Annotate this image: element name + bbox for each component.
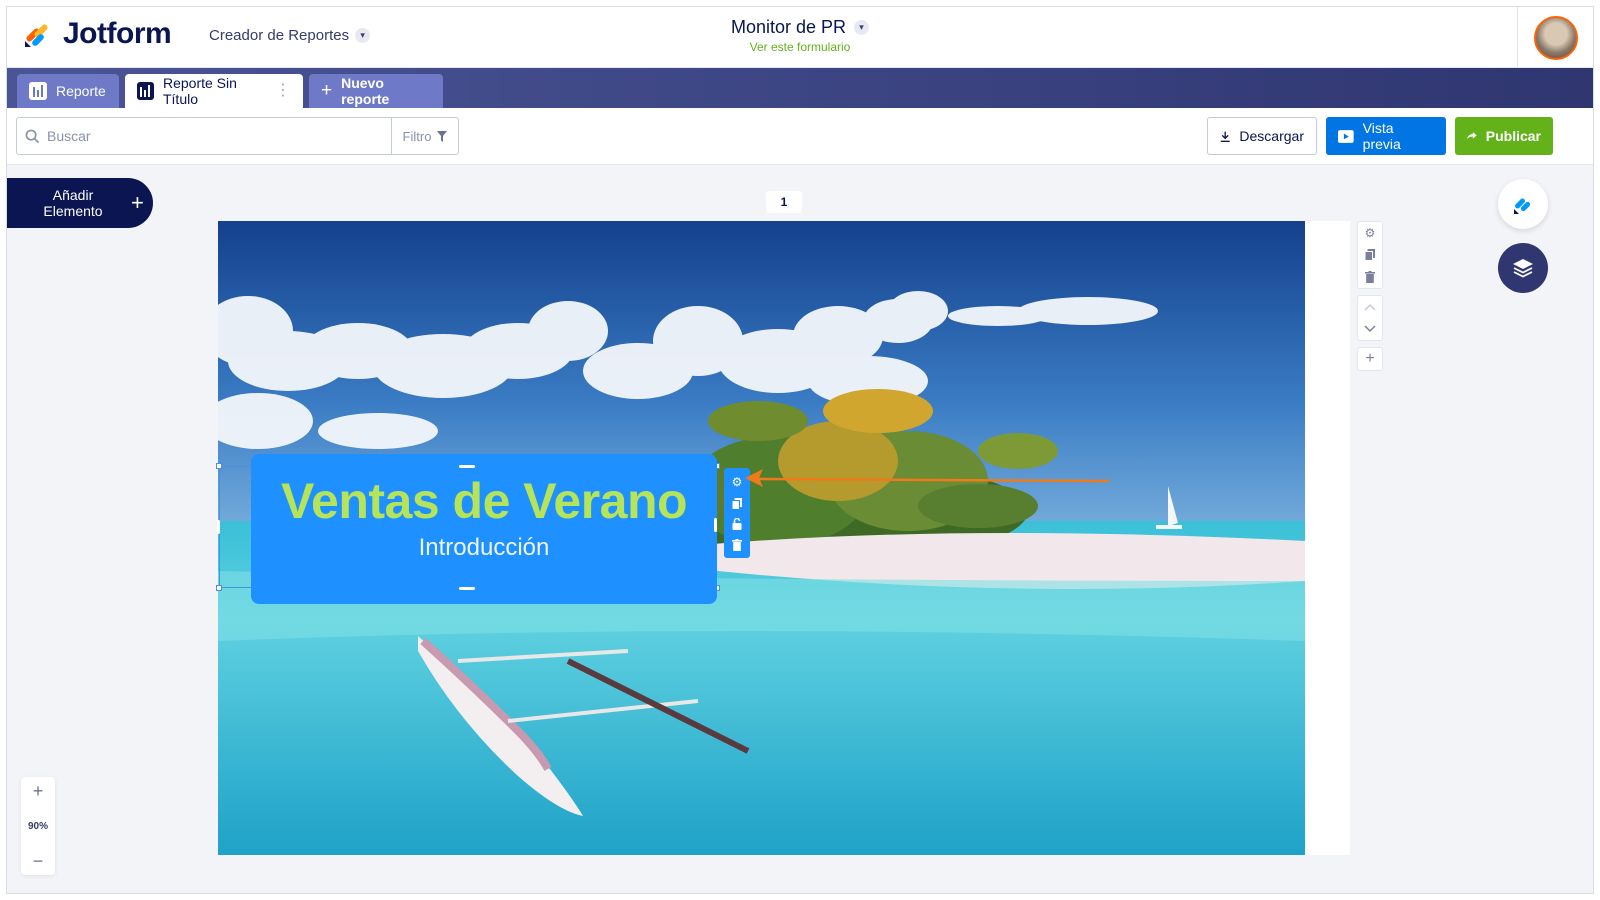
top-header: Jotform Creador de Reportes ▾ Monitor de…: [7, 7, 1593, 68]
page-order: [1357, 295, 1383, 341]
add-element-label: Añadir Elemento: [43, 187, 103, 219]
resize-handle[interactable]: [216, 585, 222, 591]
copy-icon[interactable]: [732, 497, 742, 510]
zoom-control: + 90% −: [21, 777, 55, 875]
filter-button[interactable]: Filtro: [391, 118, 458, 154]
new-report-tab[interactable]: + Nuevo reporte: [309, 74, 443, 108]
tab-label: Reporte: [56, 83, 106, 99]
report-tabs-bar: Reporte Reporte Sin Título ⋮ + Nuevo rep…: [7, 68, 1593, 108]
trash-icon[interactable]: [732, 538, 742, 551]
tab-reporte-sin-titulo[interactable]: Reporte Sin Título ⋮: [125, 74, 303, 108]
search-input[interactable]: [47, 128, 391, 144]
layers-icon: [1513, 259, 1533, 278]
trash-icon[interactable]: [1358, 266, 1382, 288]
page-tools: ⚙ +: [1357, 221, 1383, 377]
report-icon: [29, 82, 47, 100]
download-label: Descargar: [1239, 128, 1304, 144]
filter-label: Filtro: [402, 128, 432, 144]
user-menu[interactable]: [1517, 7, 1593, 68]
search-box: Filtro: [16, 117, 459, 155]
plus-icon: +: [321, 80, 333, 101]
add-element-button[interactable]: Añadir Elemento +: [7, 178, 153, 228]
filter-icon: [437, 130, 448, 142]
more-options-icon[interactable]: ⋮: [275, 83, 291, 99]
publish-label: Publicar: [1485, 128, 1541, 144]
resize-handle[interactable]: [217, 520, 220, 534]
search-icon: [17, 129, 47, 144]
download-button[interactable]: Descargar: [1207, 117, 1317, 155]
unlock-icon[interactable]: [732, 518, 742, 531]
tab-reporte[interactable]: Reporte: [17, 74, 119, 108]
toolbar: Filtro Descargar Vista previa Publicar: [7, 108, 1593, 165]
report-icon: [137, 82, 154, 100]
tab-label: Reporte Sin Título: [162, 75, 237, 107]
app-window: Jotform Creador de Reportes ▾ Monitor de…: [6, 6, 1594, 894]
annotation-arrow: [745, 469, 1110, 487]
view-form-link[interactable]: Ver este formulario: [7, 40, 1593, 54]
resize-handle[interactable]: [714, 518, 717, 532]
avatar[interactable]: [1533, 15, 1578, 60]
form-selector[interactable]: Monitor de PR ▾: [730, 17, 870, 38]
add-page-icon[interactable]: +: [1358, 348, 1382, 370]
resize-handle[interactable]: [216, 463, 222, 469]
text-element-title[interactable]: Ventas de Verano: [251, 472, 717, 530]
tab-label: Nuevo reporte: [341, 75, 390, 107]
plus-icon: +: [131, 190, 144, 215]
share-arrow-icon: [1467, 132, 1477, 140]
text-element-subtitle[interactable]: Introducción: [251, 534, 717, 562]
page-actions: ⚙: [1357, 221, 1383, 289]
ai-assistant-button[interactable]: [1498, 179, 1548, 229]
form-title: Monitor de PR: [730, 17, 847, 37]
download-icon: [1220, 131, 1230, 142]
zoom-level: 90%: [27, 820, 48, 832]
layers-button[interactable]: [1498, 243, 1548, 293]
zoom-out-button[interactable]: −: [33, 851, 44, 871]
text-element[interactable]: Ventas de Verano Introducción: [251, 454, 717, 604]
chevron-down-icon: ▾: [854, 20, 870, 35]
preview-button[interactable]: Vista previa: [1326, 117, 1446, 155]
resize-handle[interactable]: [459, 465, 475, 468]
play-icon: [1338, 129, 1354, 143]
gear-icon[interactable]: ⚙: [1358, 222, 1382, 244]
publish-button[interactable]: Publicar: [1455, 117, 1553, 155]
chevron-up-icon[interactable]: [1358, 296, 1382, 318]
page-number: 1: [766, 191, 802, 213]
add-page: +: [1357, 347, 1383, 371]
gear-icon[interactable]: ⚙: [732, 475, 743, 489]
chevron-down-icon[interactable]: [1358, 318, 1382, 340]
zoom-in-button[interactable]: +: [33, 781, 44, 801]
form-title-area: Monitor de PR ▾ Ver este formulario: [7, 17, 1593, 54]
resize-handle[interactable]: [459, 587, 475, 590]
jotform-ai-icon: [1514, 198, 1531, 214]
preview-label: Vista previa: [1362, 120, 1401, 152]
copy-icon[interactable]: [1358, 244, 1382, 266]
